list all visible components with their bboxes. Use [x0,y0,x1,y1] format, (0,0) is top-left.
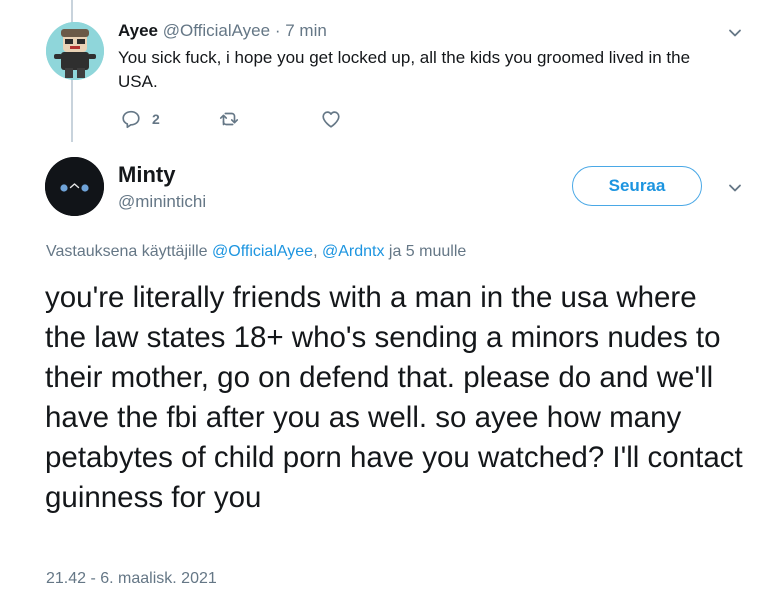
heart-icon [322,111,340,128]
retweet-button[interactable] [218,108,240,130]
avatar[interactable] [46,22,104,80]
mention-link-text: @Ardntx [321,243,385,260]
tweet-timestamp[interactable]: 21.42 - 6. maalisk. 2021 [46,570,217,588]
reply-context: Vastauksena käyttäjille @OfficialAyee, @… [46,243,466,261]
reply-button[interactable]: 2 [120,108,160,130]
separator-dot: · [274,21,281,40]
retweet-icon [219,112,239,126]
chevron-down-icon[interactable] [728,181,742,195]
reply-context-suffix[interactable]: ja 5 muulle [389,243,466,260]
follow-button[interactable]: Seuraa [572,166,702,206]
reply-count: 2 [152,111,160,127]
user-handle[interactable]: @minintichi [118,192,206,212]
tweet-time[interactable]: 7 min [285,21,327,40]
avatar[interactable] [45,157,104,216]
tweet-text: You sick fuck, i hope you get locked up,… [118,48,691,91]
tweet-header: Ayee @OfficialAyee · 7 min [118,21,327,41]
reply-context-prefix: Vastauksena käyttäjille [46,243,208,260]
display-name[interactable]: Minty [118,162,175,188]
mention-link-text: @OfficialAyee [212,243,314,260]
reply-tweet[interactable]: Ayee @OfficialAyee · 7 min You sick fuck… [0,0,780,150]
reply-context-comma: , [313,243,318,260]
display-name[interactable]: Ayee [118,21,158,40]
mention-link[interactable]: @OfficialAyee [212,243,313,260]
chevron-down-icon[interactable] [728,26,742,40]
user-handle[interactable]: @OfficialAyee [163,21,270,40]
tweet-text: you're literally friends with a man in t… [45,281,743,514]
mention-link[interactable]: @Ardntx [322,243,384,260]
like-button[interactable] [320,108,342,130]
reply-icon [122,110,140,129]
